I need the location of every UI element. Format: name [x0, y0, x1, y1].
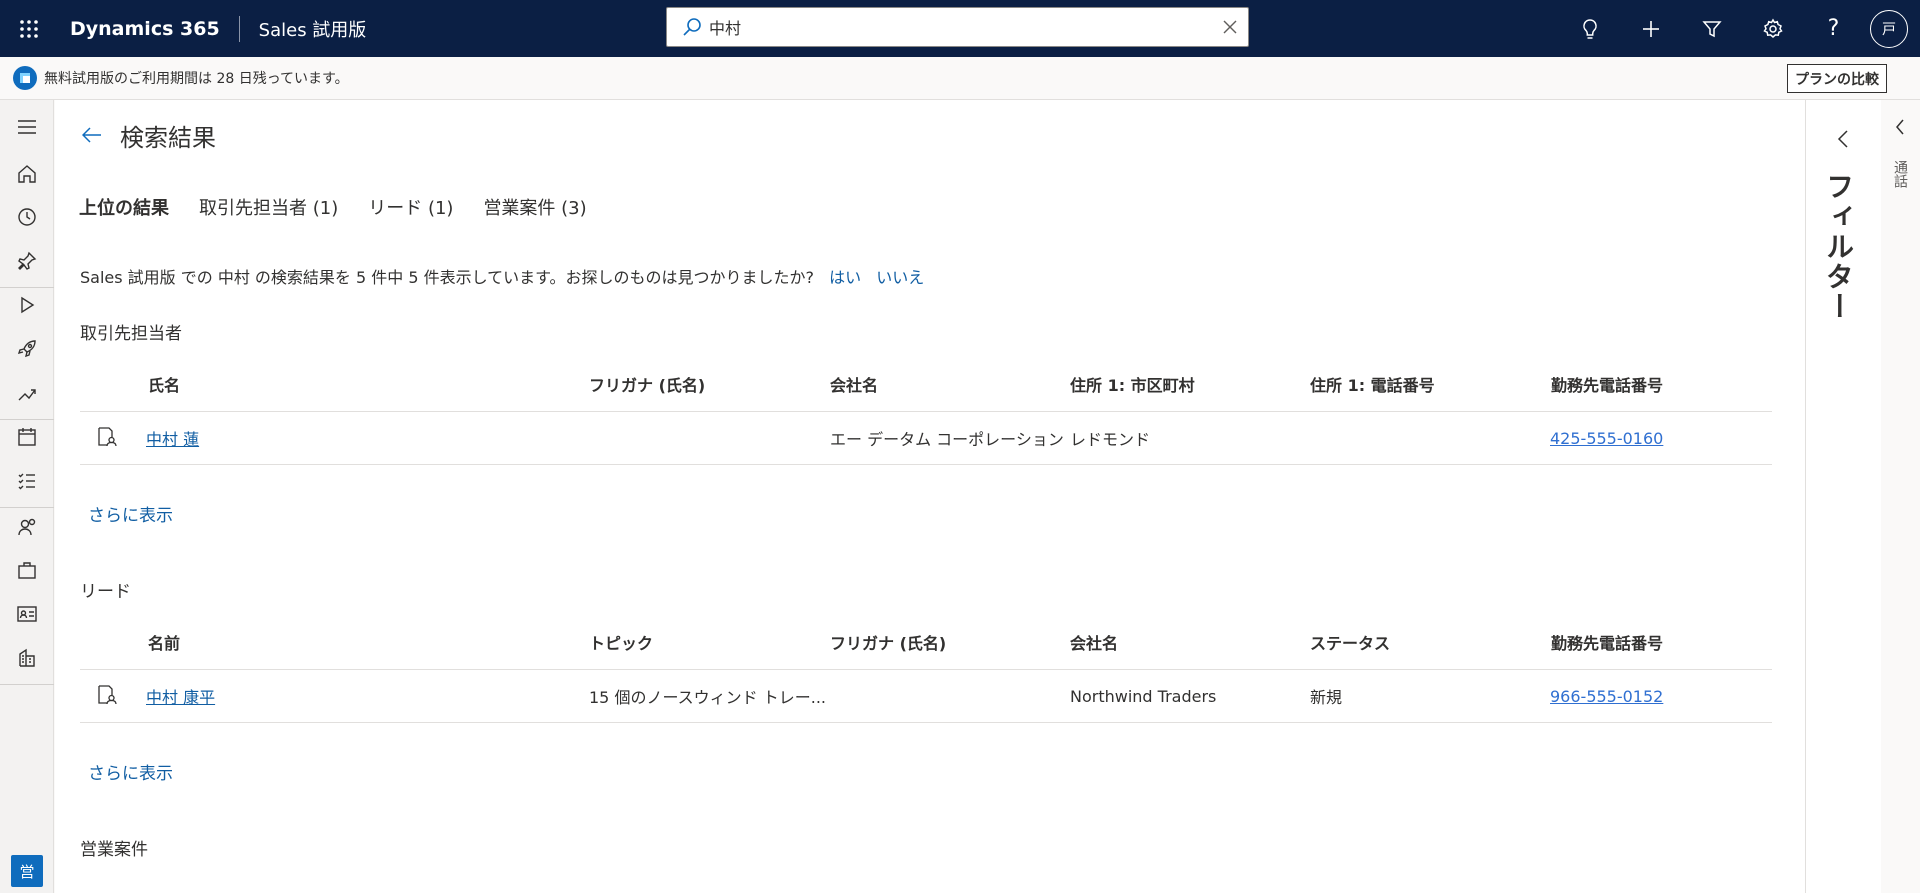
search-summary: Sales 試用版 での 中村 の検索結果を 5 件中 5 件表示しています。お…	[80, 264, 924, 288]
record-type-icon	[96, 684, 120, 708]
search-box[interactable]	[666, 7, 1249, 47]
app-name[interactable]: Sales 試用版	[259, 16, 367, 42]
result-tabs: 上位の結果 取引先担当者 (1) リード (1) 営業案件 (3)	[79, 194, 617, 228]
leads-grid-header: 名前 トピック フリガナ (氏名) 会社名 ステータス 勤務先電話番号	[80, 615, 1772, 670]
column-header[interactable]: フリガナ (氏名)	[589, 357, 705, 411]
compare-plans-button[interactable]: プランの比較	[1787, 64, 1887, 93]
trial-notification-text: 無料試用版のご利用期間は 28 日残っています。	[44, 71, 349, 87]
lead-name-link[interactable]: 中村 康平	[146, 670, 215, 722]
contact-work-phone-link[interactable]: 425-555-0160	[1550, 412, 1663, 464]
contact-company: エー データム コーポレーション	[830, 430, 1064, 449]
contacts-grid: 氏名 フリガナ (氏名) 会社名 住所 1: 市区町村 住所 1: 電話番号 勤…	[80, 357, 1772, 465]
pin-icon[interactable]	[0, 241, 54, 281]
recent-clock-icon[interactable]	[0, 197, 54, 237]
lightbulb-icon[interactable]	[1559, 0, 1620, 57]
app-launcher-icon[interactable]	[0, 0, 57, 57]
contact-card-icon[interactable]	[0, 594, 54, 634]
feedback-yes-link[interactable]: はい	[829, 268, 861, 287]
filter-panel-label[interactable]: フィルター	[1818, 172, 1858, 322]
contacts-grid-header: 氏名 フリガナ (氏名) 会社名 住所 1: 市区町村 住所 1: 電話番号 勤…	[80, 357, 1772, 412]
contact-city: レドモンド	[1070, 430, 1151, 449]
lead-status: 新規	[1310, 688, 1343, 707]
search-summary-text: Sales 試用版 での 中村 の検索結果を 5 件中 5 件表示しています。お…	[80, 268, 815, 287]
call-panel-label[interactable]: 通話	[1890, 160, 1910, 188]
opportunities-section-title: 営業案件	[80, 840, 148, 860]
search-input[interactable]	[709, 17, 1212, 37]
building-icon[interactable]	[0, 638, 54, 678]
lead-topic: 15 個のノースウィンド トレー...	[589, 688, 826, 707]
column-header[interactable]: 名前	[148, 615, 180, 669]
search-results-main: 検索結果 上位の結果 取引先担当者 (1) リード (1) 営業案件 (3) S…	[55, 100, 1854, 893]
rocket-icon[interactable]	[0, 329, 54, 369]
table-row[interactable]: 中村 蓮 エー データム コーポレーション レドモンド 425-555-0160	[80, 412, 1772, 465]
contacts-section-title: 取引先担当者	[80, 324, 182, 344]
nav-separator	[0, 684, 54, 685]
top-bar: Dynamics 365 Sales 試用版 中村 ? 戸	[0, 0, 1920, 57]
column-header[interactable]: 勤務先電話番号	[1551, 615, 1663, 669]
trend-chart-icon[interactable]	[0, 374, 54, 414]
brand-name[interactable]: Dynamics 365	[70, 18, 220, 40]
area-switcher-badge[interactable]: 営	[11, 855, 43, 887]
contacts-people-icon[interactable]	[0, 507, 54, 547]
column-header[interactable]: 会社名	[1070, 615, 1118, 669]
back-arrow-icon[interactable]	[77, 120, 107, 150]
avatar[interactable]: 戸	[1870, 9, 1908, 48]
column-header[interactable]: 住所 1: 市区町村	[1070, 357, 1195, 411]
column-header[interactable]: ステータス	[1310, 615, 1390, 669]
tab-contacts[interactable]: 取引先担当者 (1)	[199, 194, 338, 228]
help-icon[interactable]: ?	[1803, 0, 1864, 57]
hamburger-menu-icon[interactable]	[0, 107, 54, 147]
column-header[interactable]: 勤務先電話番号	[1551, 357, 1663, 411]
filter-panel: フィルター	[1805, 100, 1881, 893]
call-side-panel: 通話	[1881, 100, 1920, 893]
record-type-icon	[96, 426, 120, 450]
tab-opportunities[interactable]: 営業案件 (3)	[483, 194, 586, 228]
leads-section-title: リード	[80, 582, 131, 602]
leads-grid: 名前 トピック フリガナ (氏名) 会社名 ステータス 勤務先電話番号 中村 康…	[80, 615, 1772, 723]
tab-top-results[interactable]: 上位の結果	[79, 194, 169, 228]
filter-icon[interactable]	[1681, 0, 1742, 57]
trial-notification-bar: 無料試用版のご利用期間は 28 日残っています。 プランの比較	[0, 57, 1920, 100]
gear-icon[interactable]	[1742, 0, 1803, 57]
tab-leads[interactable]: リード (1)	[368, 194, 453, 228]
table-row[interactable]: 中村 康平 15 個のノースウィンド トレー... Northwind Trad…	[80, 670, 1772, 723]
column-header[interactable]: 会社名	[830, 357, 878, 411]
dynamics-logo-icon	[13, 66, 37, 90]
calendar-icon[interactable]	[0, 417, 54, 457]
top-actions: ? 戸	[1559, 0, 1920, 57]
home-icon[interactable]	[0, 154, 54, 194]
leads-show-more-link[interactable]: さらに表示	[88, 759, 173, 784]
briefcase-icon[interactable]	[0, 550, 54, 590]
page-title: 検索結果	[120, 124, 216, 152]
column-header[interactable]: トピック	[589, 615, 653, 669]
brand-separator	[238, 15, 240, 42]
play-icon[interactable]	[0, 285, 54, 325]
chevron-left-icon[interactable]	[1828, 124, 1858, 154]
column-header[interactable]: フリガナ (氏名)	[830, 615, 946, 669]
feedback-no-link[interactable]: いいえ	[876, 268, 924, 287]
contact-name-link[interactable]: 中村 蓮	[146, 412, 199, 464]
clear-search-icon[interactable]	[1212, 9, 1248, 45]
column-header[interactable]: 氏名	[148, 357, 180, 411]
chevron-left-icon[interactable]	[1887, 114, 1913, 140]
lead-company: Northwind Traders	[1070, 686, 1217, 706]
lead-work-phone-link[interactable]: 966-555-0152	[1550, 670, 1663, 722]
add-icon[interactable]	[1620, 0, 1681, 57]
column-header[interactable]: 住所 1: 電話番号	[1310, 357, 1435, 411]
search-icon	[681, 16, 703, 38]
task-list-icon[interactable]	[0, 461, 54, 501]
left-navigation	[0, 100, 54, 893]
contacts-show-more-link[interactable]: さらに表示	[88, 501, 173, 526]
